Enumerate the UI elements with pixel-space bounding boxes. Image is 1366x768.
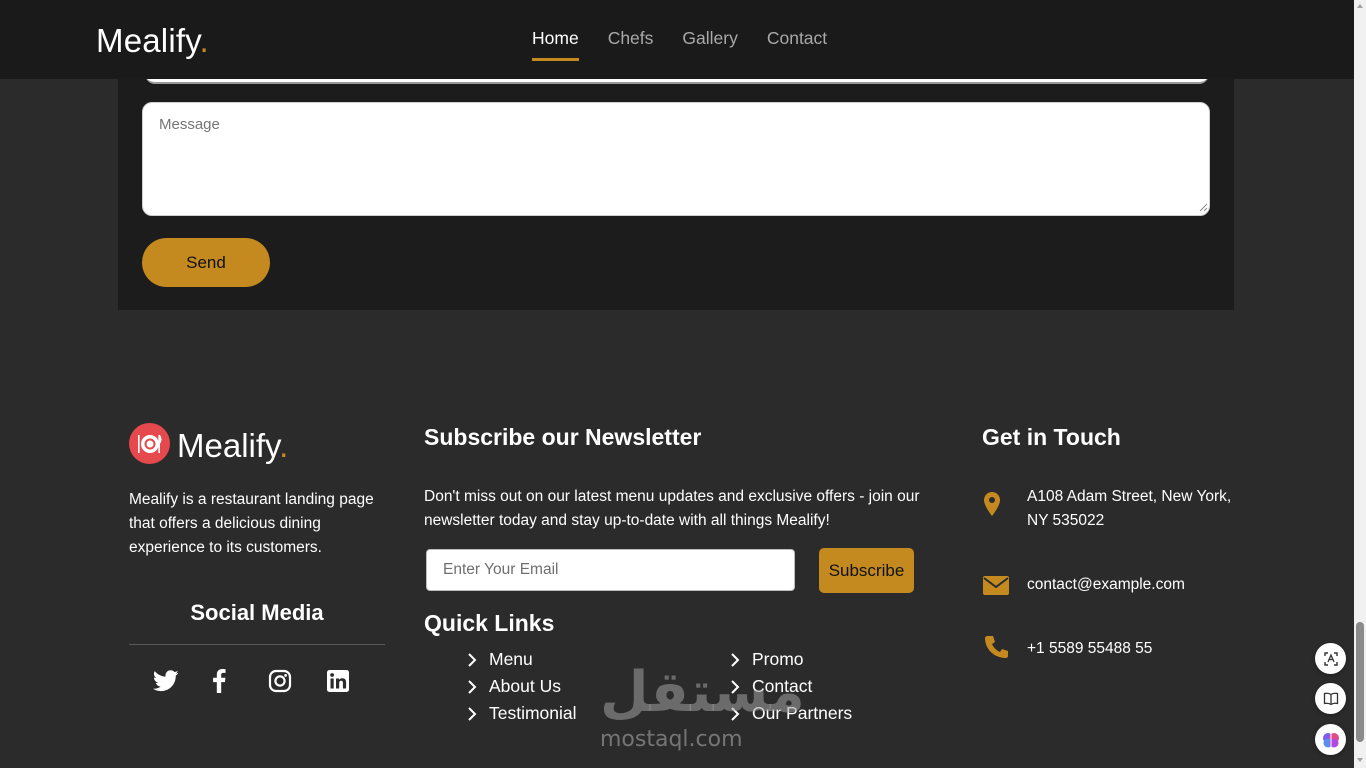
chevron-right-icon — [468, 706, 477, 721]
footer-brand-dot: . — [279, 427, 289, 464]
newsletter-email-input[interactable] — [426, 549, 795, 591]
envelope-icon — [983, 576, 1009, 595]
chevron-right-icon — [468, 679, 477, 694]
quick-link-about-us[interactable]: About Us — [467, 676, 561, 697]
scrollbar-thumb[interactable] — [1356, 622, 1364, 742]
nav-link-contact[interactable]: Contact — [767, 28, 827, 61]
nav-link-gallery[interactable]: Gallery — [682, 28, 737, 61]
plate-cutlery-icon — [129, 423, 170, 464]
subscribe-button[interactable]: Subscribe — [819, 548, 914, 593]
quick-link-testimonial[interactable]: Testimonial — [467, 703, 577, 724]
footer-brand-text: Mealify — [177, 427, 280, 464]
phone-icon — [985, 636, 1008, 658]
instagram-icon[interactable] — [266, 667, 294, 695]
newsletter-title: Subscribe our Newsletter — [424, 424, 702, 450]
facebook-icon[interactable] — [205, 667, 233, 695]
social-divider — [129, 644, 385, 645]
linkedin-icon[interactable] — [324, 667, 352, 695]
send-button[interactable]: Send — [142, 238, 270, 287]
nav-link-chefs[interactable]: Chefs — [608, 28, 654, 61]
translate-widget-button[interactable] — [1315, 643, 1346, 674]
scroll-down-icon[interactable] — [1357, 758, 1363, 762]
contact-phone[interactable]: +1 5589 55488 55 — [1027, 637, 1247, 661]
message-textarea[interactable] — [142, 102, 1210, 216]
twitter-icon[interactable] — [152, 667, 180, 695]
contact-address: A108 Adam Street, New York, NY 535022 — [1027, 488, 1232, 529]
social-media-title: Social Media — [190, 600, 324, 625]
book-icon — [1323, 692, 1338, 705]
quick-link-label: About Us — [489, 676, 561, 696]
logo-dot: . — [199, 22, 209, 59]
footer-brand-name: Mealify. — [177, 427, 288, 465]
watermark-arabic: مستقل — [600, 660, 807, 725]
logo-text: Mealify — [96, 22, 200, 59]
map-marker-icon — [984, 492, 1000, 516]
translate-icon — [1323, 651, 1338, 666]
vertical-scrollbar[interactable] — [1354, 0, 1366, 768]
contact-email[interactable]: contact@example.com — [1027, 573, 1247, 597]
chevron-right-icon — [468, 652, 477, 667]
newsletter-description: Don't miss out on our latest menu update… — [424, 488, 920, 529]
site-logo[interactable]: Mealify. — [96, 22, 209, 60]
quick-links-title: Quick Links — [424, 610, 555, 636]
get-in-touch-title: Get in Touch — [982, 424, 1121, 450]
nav-link-home[interactable]: Home — [532, 28, 579, 61]
page: Send Mealify. Home Chefs Gallery Contact… — [0, 0, 1366, 768]
top-navbar: Mealify. Home Chefs Gallery Contact — [0, 0, 1354, 79]
watermark-latin: mostaql.com — [600, 727, 743, 752]
ai-assistant-widget-button[interactable] — [1315, 724, 1346, 755]
quick-link-label: Testimonial — [489, 703, 577, 723]
resize-grip-icon[interactable] — [1198, 202, 1208, 212]
quick-link-menu[interactable]: Menu — [467, 649, 533, 670]
scroll-up-icon[interactable] — [1357, 4, 1363, 8]
brand-description: Mealify is a restaurant landing page tha… — [129, 491, 374, 556]
quick-link-label: Menu — [489, 649, 533, 669]
brain-icon — [1322, 732, 1339, 748]
main-nav: Home Chefs Gallery Contact — [532, 28, 827, 61]
reader-widget-button[interactable] — [1315, 683, 1346, 714]
